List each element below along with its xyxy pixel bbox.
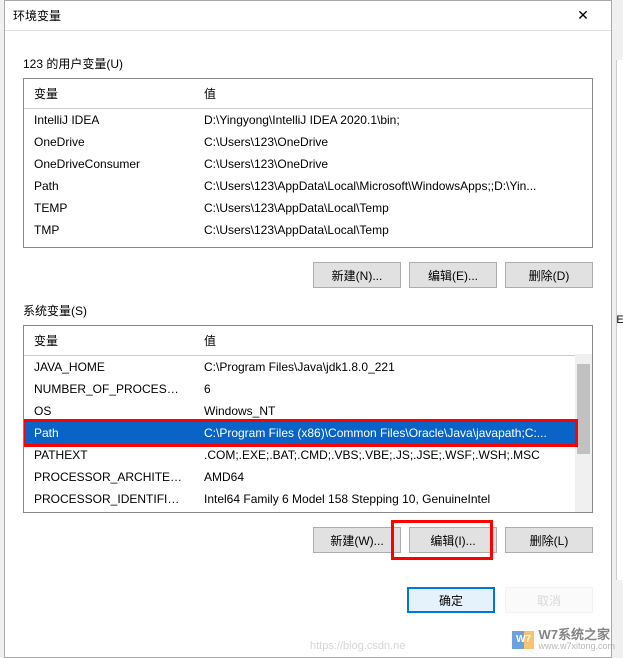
system-delete-button[interactable]: 删除(L) <box>505 527 593 553</box>
table-row[interactable]: PathC:\Users\123\AppData\Local\Microsoft… <box>24 175 592 197</box>
dialog-content: 123 的用户变量(U) 变量 值 IntelliJ IDEAD:\Yingyo… <box>5 31 611 577</box>
table-row[interactable]: OneDriveConsumerC:\Users\123\OneDrive <box>24 153 592 175</box>
system-edit-button[interactable]: 编辑(I)... <box>409 527 497 553</box>
col-variable[interactable]: 变量 <box>24 79 194 108</box>
watermark-w7: W7 W7系统之家 www.w7xitong.com <box>512 628 615 652</box>
col-value[interactable]: 值 <box>194 79 592 108</box>
titlebar: 环境变量 ✕ <box>5 1 611 31</box>
table-row[interactable]: TEMPC:\Users\123\AppData\Local\Temp <box>24 197 592 219</box>
table-row[interactable]: OneDriveC:\Users\123\OneDrive <box>24 131 592 153</box>
col-value[interactable]: 值 <box>194 326 592 355</box>
scrollbar[interactable] <box>575 354 592 512</box>
dialog-title: 环境变量 <box>13 7 563 24</box>
user-vars-body: IntelliJ IDEAD:\Yingyong\IntelliJ IDEA 2… <box>24 109 592 241</box>
watermark-csdn: https://blog.csdn.ne <box>310 640 405 652</box>
table-row[interactable]: NUMBER_OF_PROCESSORS6 <box>24 378 575 400</box>
table-row[interactable]: PROCESSOR_ARCHITECTUREAMD64 <box>24 466 575 488</box>
system-vars-label: 系统变量(S) <box>23 302 593 319</box>
table-row[interactable]: PATHEXT.COM;.EXE;.BAT;.CMD;.VBS;.VBE;.JS… <box>24 444 575 466</box>
system-vars-list[interactable]: 变量 值 JAVA_HOMEC:\Program Files\Java\jdk1… <box>23 325 593 513</box>
footer-buttons: 确定 取消 <box>5 577 611 613</box>
env-vars-dialog: 环境变量 ✕ 123 的用户变量(U) 变量 值 IntelliJ IDEAD:… <box>4 0 612 658</box>
user-edit-button[interactable]: 编辑(E)... <box>409 262 497 288</box>
close-icon: ✕ <box>577 7 589 24</box>
user-vars-label: 123 的用户变量(U) <box>23 55 593 72</box>
user-vars-list[interactable]: 变量 值 IntelliJ IDEAD:\Yingyong\IntelliJ I… <box>23 78 593 248</box>
user-delete-button[interactable]: 删除(D) <box>505 262 593 288</box>
user-vars-header: 变量 值 <box>24 79 592 109</box>
col-variable[interactable]: 变量 <box>24 326 194 355</box>
w7-logo-icon: W7 <box>512 629 534 651</box>
table-row[interactable]: JAVA_HOMEC:\Program Files\Java\jdk1.8.0_… <box>24 356 575 378</box>
background-window-edge: E <box>616 60 623 580</box>
user-new-button[interactable]: 新建(N)... <box>313 262 401 288</box>
scrollbar-thumb[interactable] <box>577 364 590 454</box>
system-vars-body: JAVA_HOMEC:\Program Files\Java\jdk1.8.0_… <box>24 356 592 510</box>
table-row[interactable]: PROCESSOR_IDENTIFIERIntel64 Family 6 Mod… <box>24 488 575 510</box>
table-row[interactable]: TMPC:\Users\123\AppData\Local\Temp <box>24 219 592 241</box>
system-vars-buttons: 新建(W)... 编辑(I)... 删除(L) <box>23 527 593 553</box>
table-row[interactable]: OSWindows_NT <box>24 400 575 422</box>
close-button[interactable]: ✕ <box>563 2 603 30</box>
cancel-button[interactable]: 取消 <box>505 587 593 613</box>
system-vars-header: 变量 值 <box>24 326 592 356</box>
user-vars-buttons: 新建(N)... 编辑(E)... 删除(D) <box>23 262 593 288</box>
table-row-selected[interactable]: PathC:\Program Files (x86)\Common Files\… <box>24 422 575 444</box>
ok-button[interactable]: 确定 <box>407 587 495 613</box>
table-row[interactable]: IntelliJ IDEAD:\Yingyong\IntelliJ IDEA 2… <box>24 109 592 131</box>
system-new-button[interactable]: 新建(W)... <box>313 527 401 553</box>
